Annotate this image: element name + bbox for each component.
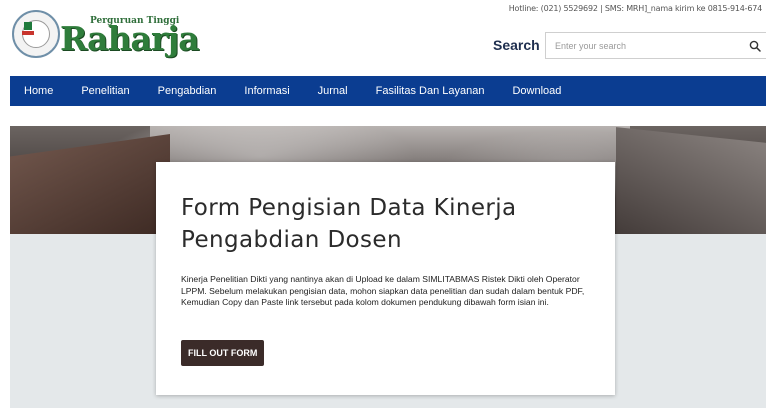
form-info-card: Form Pengisian Data Kinerja Pengabdian D… bbox=[156, 162, 615, 395]
search-icon bbox=[749, 40, 761, 52]
card-description: Kinerja Penelitian Dikti yang nantinya a… bbox=[181, 274, 585, 308]
hotline-text: Hotline: (021) 5529692 | SMS: MRH]_nama … bbox=[508, 4, 762, 13]
nav-item-home[interactable]: Home bbox=[10, 76, 67, 106]
search-box bbox=[545, 32, 766, 59]
nav-item-pengabdian[interactable]: Pengabdian bbox=[144, 76, 231, 106]
search-input[interactable] bbox=[546, 33, 741, 58]
logo-seal bbox=[12, 10, 60, 58]
logo-seal-mark bbox=[24, 22, 32, 30]
main-nav: Home Penelitian Pengabdian Informasi Jur… bbox=[10, 76, 766, 106]
fill-out-form-button[interactable]: FILL OUT FORM bbox=[181, 340, 265, 366]
logo-title: Raharja bbox=[60, 19, 200, 58]
nav-item-informasi[interactable]: Informasi bbox=[230, 76, 303, 106]
hero-book-left bbox=[10, 134, 170, 234]
nav-item-jurnal[interactable]: Jurnal bbox=[304, 76, 362, 106]
nav-item-penelitian[interactable]: Penelitian bbox=[67, 76, 143, 106]
nav-item-fasilitas[interactable]: Fasilitas Dan Layanan bbox=[362, 76, 499, 106]
hero-book-pages bbox=[150, 126, 630, 166]
nav-item-download[interactable]: Download bbox=[498, 76, 575, 106]
search-label: Search bbox=[493, 37, 540, 53]
site-logo[interactable]: Perguruan Tinggi Raharja bbox=[12, 10, 200, 62]
page-title: Form Pengisian Data Kinerja Pengabdian D… bbox=[181, 195, 517, 253]
search-button[interactable] bbox=[743, 33, 766, 58]
site-header: Hotline: (021) 5529692 | SMS: MRH]_nama … bbox=[0, 0, 766, 76]
hero-book-right bbox=[616, 127, 766, 234]
logo-seal-mark bbox=[22, 31, 34, 35]
